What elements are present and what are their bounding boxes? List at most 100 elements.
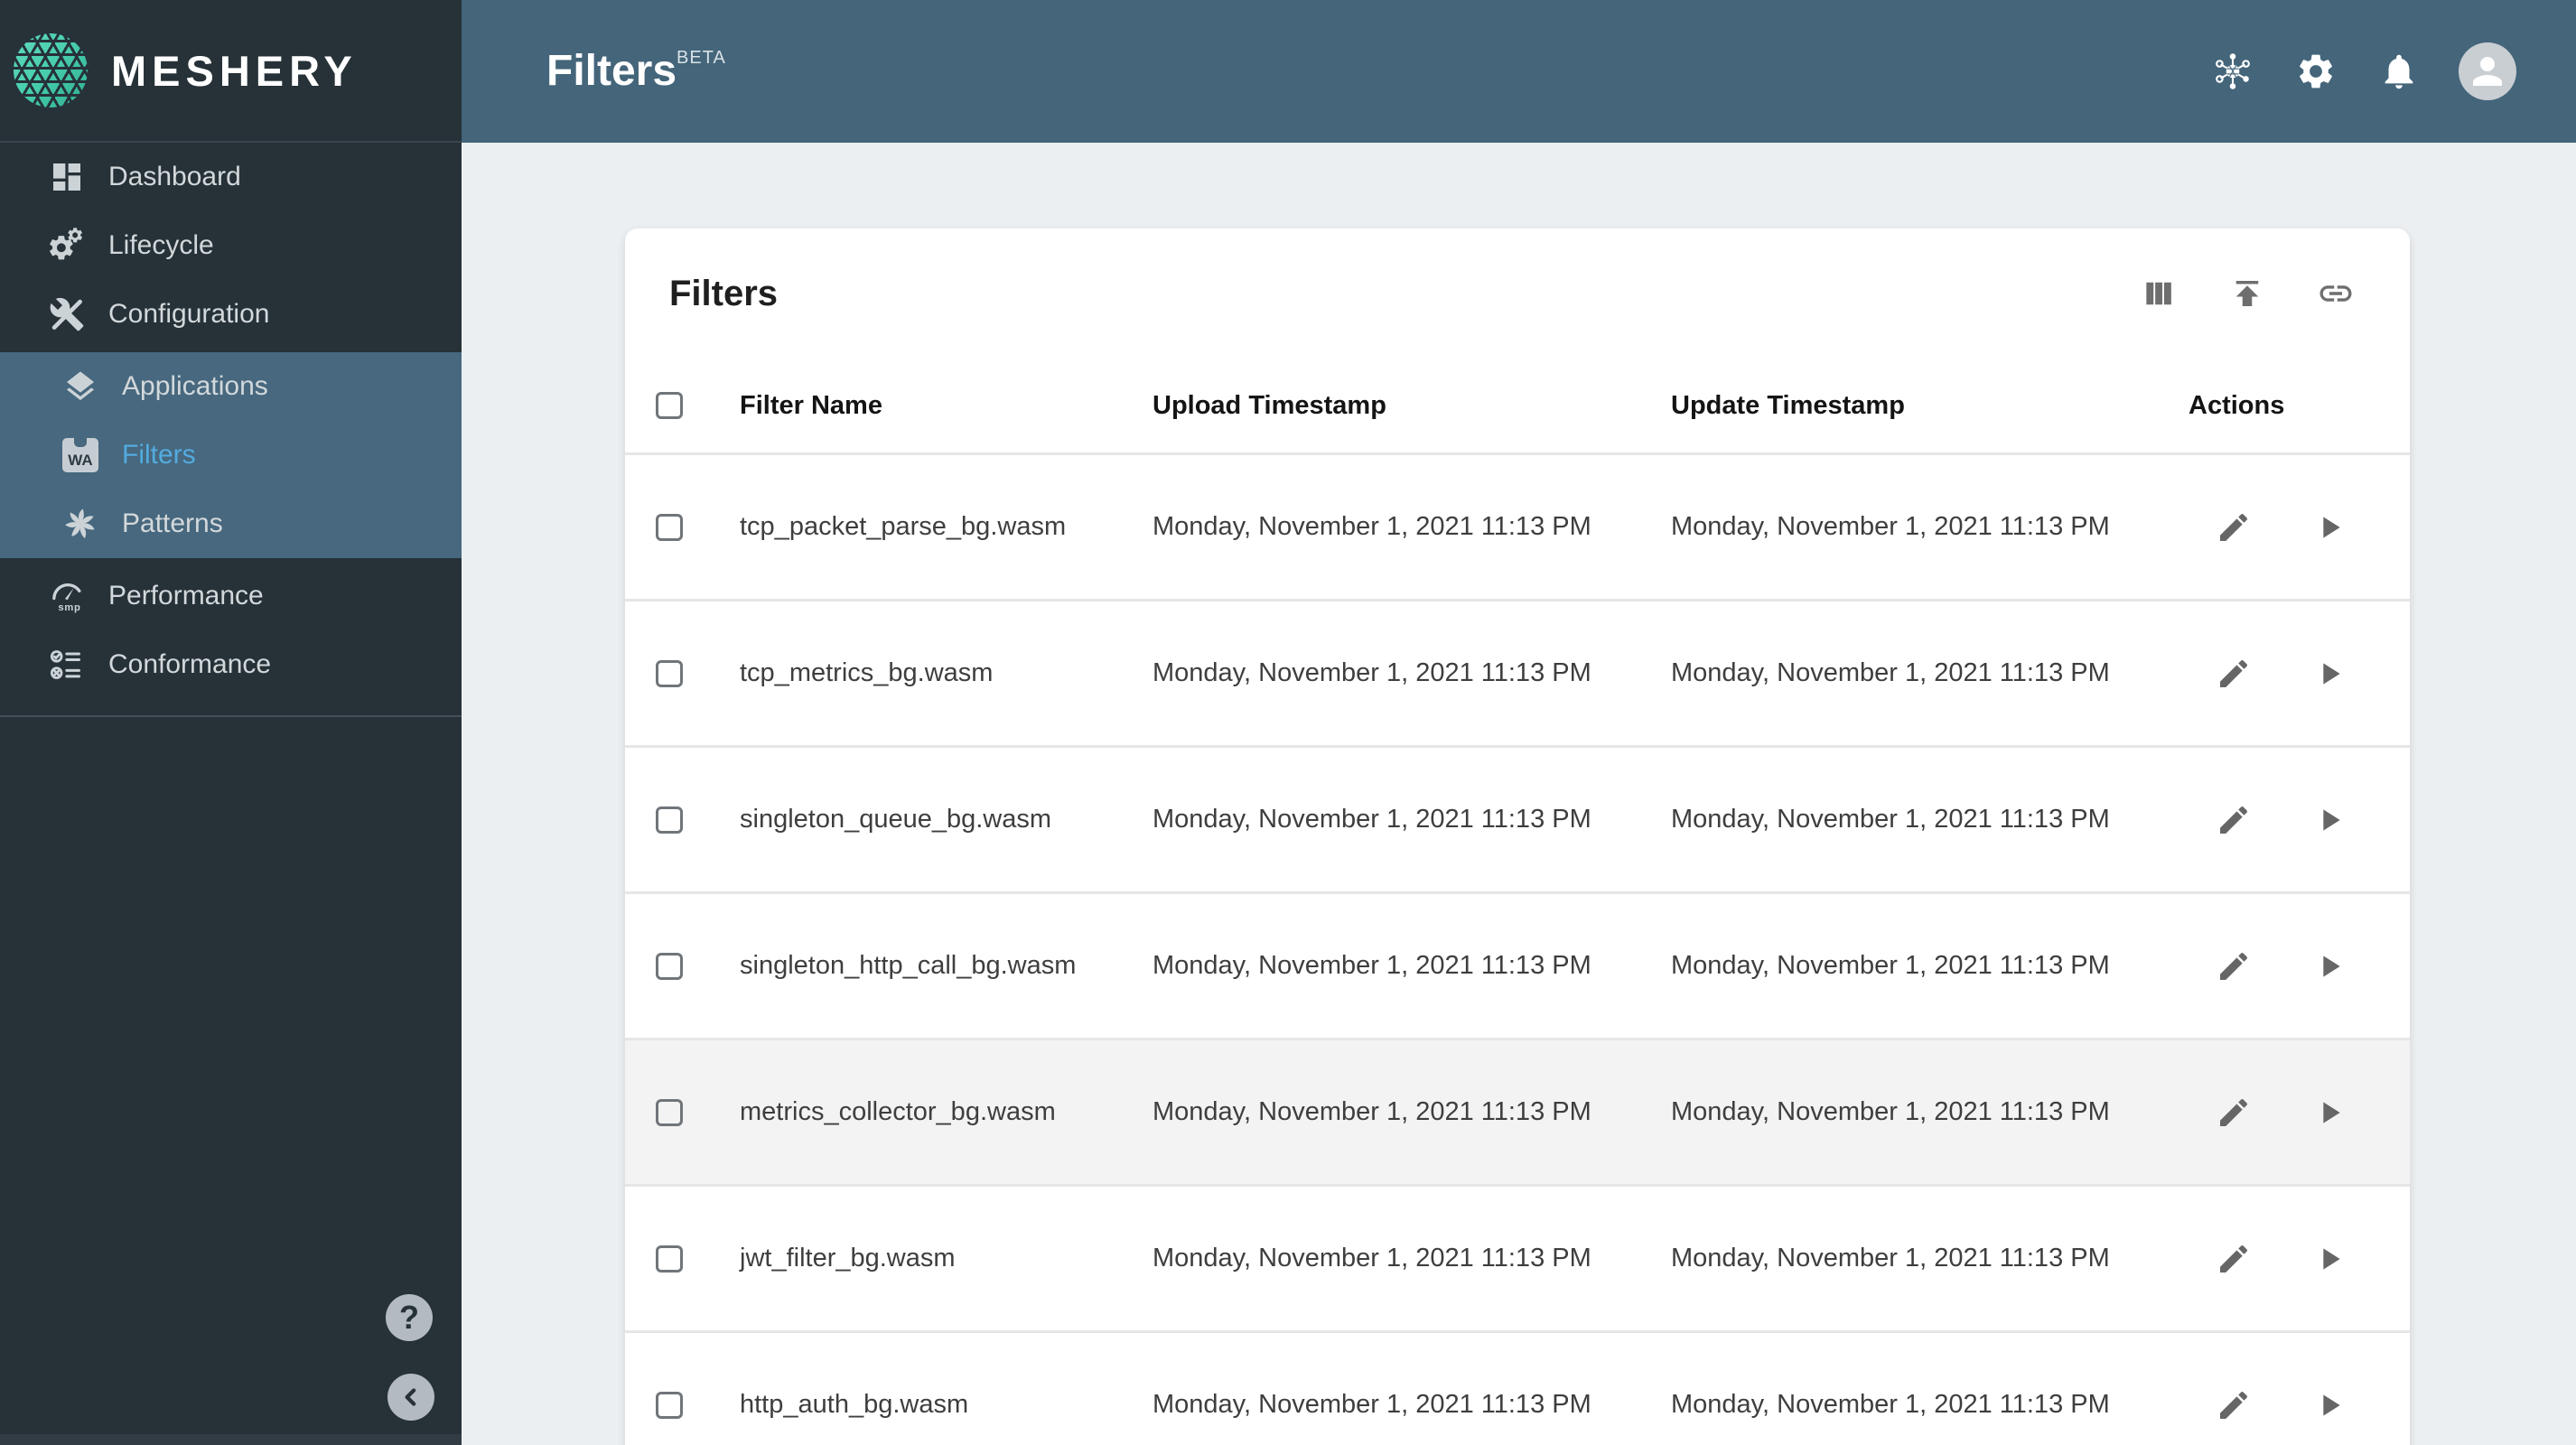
sidebar-item-applications[interactable]: Applications xyxy=(0,352,462,421)
edit-pencil-icon xyxy=(2220,952,2248,980)
deploy-filter-button[interactable] xyxy=(2310,508,2349,547)
edit-filter-button[interactable] xyxy=(2214,800,2254,840)
notifications-button[interactable] xyxy=(2375,48,2422,95)
collapse-sidebar-button[interactable] xyxy=(387,1374,434,1421)
play-icon xyxy=(2323,808,2340,831)
column-header-filter-name[interactable]: Filter Name xyxy=(740,391,1153,421)
filter-name-cell: metrics_collector_bg.wasm xyxy=(740,1097,1056,1126)
deploy-filter-button[interactable] xyxy=(2310,1385,2349,1425)
edit-filter-button[interactable] xyxy=(2214,508,2254,547)
column-header-actions: Actions xyxy=(2189,390,2285,420)
edit-filter-button[interactable] xyxy=(2214,1093,2254,1133)
view-columns-button[interactable] xyxy=(2139,274,2179,313)
sidebar-item-label: Applications xyxy=(122,371,268,401)
import-url-button[interactable] xyxy=(2316,274,2356,313)
actions-cell xyxy=(2189,1093,2410,1133)
column-header-update-timestamp[interactable]: Update Timestamp xyxy=(1671,391,2189,421)
sidebar-item-performance[interactable]: smp Performance xyxy=(0,562,462,630)
edit-pencil-icon xyxy=(2220,513,2248,541)
meshery-logo[interactable]: MESHERY xyxy=(0,0,462,143)
row-checkbox-cell xyxy=(625,1245,740,1273)
user-avatar[interactable] xyxy=(2459,42,2516,100)
sidebar-item-label: Performance xyxy=(108,581,264,611)
row-checkbox[interactable] xyxy=(656,659,683,687)
main-content: Filters Filter Name Upload Timestamp Upd… xyxy=(462,143,2576,1445)
upload-timestamp-cell: Monday, November 1, 2021 11:13 PM xyxy=(1153,951,1591,980)
edit-filter-button[interactable] xyxy=(2214,1385,2254,1425)
upload-timestamp-cell: Monday, November 1, 2021 11:13 PM xyxy=(1153,1097,1591,1126)
edit-pencil-icon xyxy=(2220,806,2248,834)
table-row[interactable]: metrics_collector_bg.wasm Monday, Novemb… xyxy=(625,1038,2410,1184)
row-checkbox-cell xyxy=(625,1098,740,1126)
sidebar-nav: Dashboard Lifecycle Configuration Applic… xyxy=(0,143,462,717)
sidebar-item-patterns[interactable]: Patterns xyxy=(0,489,462,558)
row-checkbox[interactable] xyxy=(656,952,683,980)
lifecycle-gears-icon xyxy=(47,226,87,266)
upload-timestamp-cell: Monday, November 1, 2021 11:13 PM xyxy=(1153,512,1591,541)
question-mark-icon: ? xyxy=(399,1299,419,1336)
filter-name-cell: jwt_filter_bg.wasm xyxy=(740,1244,956,1273)
sidebar-item-filters[interactable]: WA Filters xyxy=(0,421,462,489)
row-checkbox-cell xyxy=(625,513,740,541)
meshery-logo-icon xyxy=(14,33,88,107)
column-header-upload-timestamp[interactable]: Upload Timestamp xyxy=(1153,391,1671,421)
sidebar-item-lifecycle[interactable]: Lifecycle xyxy=(0,211,462,280)
table-row[interactable]: jwt_filter_bg.wasm Monday, November 1, 2… xyxy=(625,1184,2410,1330)
filter-name-cell: tcp_metrics_bg.wasm xyxy=(740,658,994,687)
select-all-checkbox[interactable] xyxy=(656,392,683,419)
play-icon xyxy=(2323,516,2340,538)
update-timestamp-cell: Monday, November 1, 2021 11:13 PM xyxy=(1671,512,2110,541)
help-button[interactable]: ? xyxy=(386,1294,433,1341)
filter-name-cell: singleton_queue_bg.wasm xyxy=(740,805,1052,834)
row-checkbox[interactable] xyxy=(656,1245,683,1273)
play-icon xyxy=(2323,1101,2340,1123)
person-icon xyxy=(2473,57,2502,86)
sidebar-item-conformance[interactable]: Conformance xyxy=(0,630,462,699)
actions-cell xyxy=(2189,1239,2410,1279)
deploy-filter-button[interactable] xyxy=(2310,654,2349,694)
upload-timestamp-cell: Monday, November 1, 2021 11:13 PM xyxy=(1153,805,1591,834)
header-actions xyxy=(2209,42,2576,100)
edit-filter-button[interactable] xyxy=(2214,946,2254,986)
edit-pencil-icon xyxy=(2220,1391,2248,1419)
play-icon xyxy=(2323,662,2340,685)
sidebar-item-dashboard[interactable]: Dashboard xyxy=(0,143,462,211)
upload-timestamp-cell: Monday, November 1, 2021 11:13 PM xyxy=(1153,1390,1591,1419)
deploy-filter-button[interactable] xyxy=(2310,1093,2349,1133)
table-row[interactable]: singleton_http_call_bg.wasm Monday, Nove… xyxy=(625,891,2410,1038)
sidebar-item-configuration[interactable]: Configuration xyxy=(0,280,462,349)
edit-filter-button[interactable] xyxy=(2214,1239,2254,1279)
row-checkbox[interactable] xyxy=(656,513,683,541)
select-all-cell xyxy=(625,392,740,419)
update-timestamp-cell: Monday, November 1, 2021 11:13 PM xyxy=(1671,1097,2110,1126)
row-checkbox-cell xyxy=(625,952,740,980)
sidebar-item-label: Filters xyxy=(122,440,196,470)
table-row[interactable]: tcp_packet_parse_bg.wasm Monday, Novembe… xyxy=(625,452,2410,599)
row-checkbox[interactable] xyxy=(656,1098,683,1126)
settings-button[interactable] xyxy=(2292,48,2339,95)
filters-table: Filter Name Upload Timestamp Update Time… xyxy=(625,359,2410,1445)
update-timestamp-cell: Monday, November 1, 2021 11:13 PM xyxy=(1671,1244,2110,1273)
edit-filter-button[interactable] xyxy=(2214,654,2254,694)
filters-card: Filters Filter Name Upload Timestamp Upd… xyxy=(625,228,2410,1445)
upload-timestamp-cell: Monday, November 1, 2021 11:13 PM xyxy=(1153,658,1591,687)
svg-text:smp: smp xyxy=(58,602,80,613)
sidebar: MESHERY Dashboard Lifecycle Configuratio… xyxy=(0,0,462,1445)
deploy-filter-button[interactable] xyxy=(2310,1239,2349,1279)
table-row[interactable]: singleton_queue_bg.wasm Monday, November… xyxy=(625,745,2410,891)
card-title: Filters xyxy=(669,273,779,313)
filter-name-cell: singleton_http_call_bg.wasm xyxy=(740,951,1077,980)
deploy-filter-button[interactable] xyxy=(2310,946,2349,986)
sidebar-item-label: Configuration xyxy=(108,299,270,329)
update-timestamp-cell: Monday, November 1, 2021 11:13 PM xyxy=(1671,658,2110,687)
patterns-pinwheel-icon xyxy=(61,504,100,544)
deploy-filter-button[interactable] xyxy=(2310,800,2349,840)
mesh-sync-button[interactable] xyxy=(2209,48,2256,95)
row-checkbox[interactable] xyxy=(656,1391,683,1419)
upload-icon xyxy=(2235,281,2259,306)
row-checkbox[interactable] xyxy=(656,806,683,834)
meshery-logo-text: MESHERY xyxy=(111,46,358,95)
upload-filter-button[interactable] xyxy=(2227,274,2267,313)
table-row[interactable]: http_auth_bg.wasm Monday, November 1, 20… xyxy=(625,1330,2410,1445)
table-row[interactable]: tcp_metrics_bg.wasm Monday, November 1, … xyxy=(625,599,2410,745)
